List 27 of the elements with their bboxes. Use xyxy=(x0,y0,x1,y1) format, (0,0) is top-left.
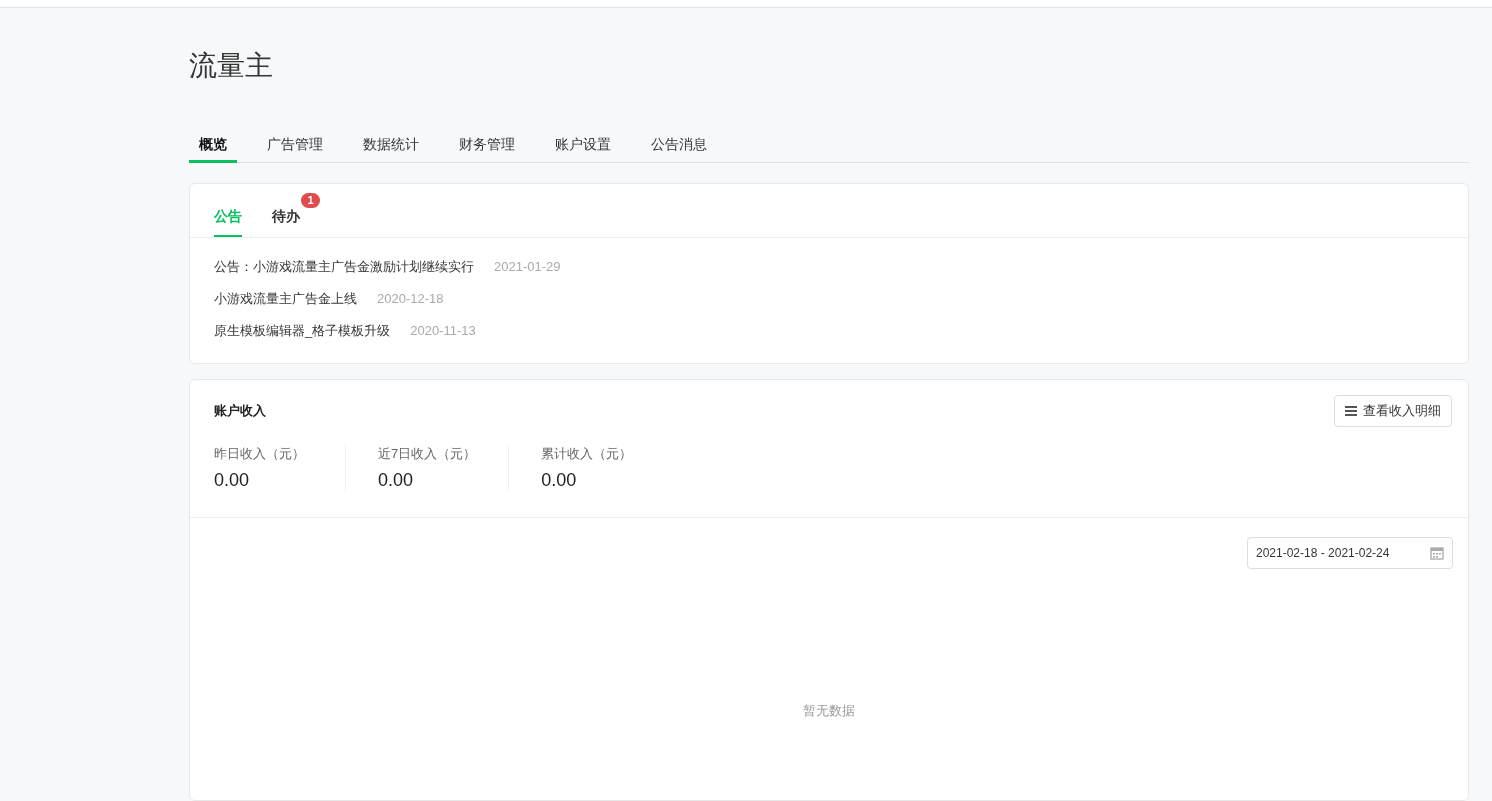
notice-date: 2020-12-18 xyxy=(377,290,444,308)
income-title: 账户收入 xyxy=(214,402,266,421)
list-icon xyxy=(1345,406,1357,416)
nav-tab[interactable]: 财务管理 xyxy=(449,128,525,163)
notice-date: 2020-11-13 xyxy=(410,322,476,340)
date-range-picker[interactable]: 2021-02-18 - 2021-02-24 xyxy=(1247,537,1453,569)
nav-tab[interactable]: 概览 xyxy=(189,128,237,163)
notice-tab[interactable]: 待办 xyxy=(272,197,300,237)
stat-label: 昨日收入（元） xyxy=(214,445,305,463)
nav-tab[interactable]: 数据统计 xyxy=(353,128,429,163)
income-detail-button[interactable]: 查看收入明细 xyxy=(1334,395,1452,427)
notice-link[interactable]: 公告：小游戏流量主广告金激励计划继续实行 xyxy=(214,258,474,276)
nav-tab[interactable]: 公告消息 xyxy=(641,128,717,163)
stat-value: 0.00 xyxy=(214,469,251,491)
notice-date: 2021-01-29 xyxy=(494,258,561,276)
nav-tab[interactable]: 账户设置 xyxy=(545,128,621,163)
empty-text: 暂无数据 xyxy=(803,702,855,720)
stat-label: 累计收入（元） xyxy=(541,445,633,463)
calendar-icon xyxy=(1430,546,1444,560)
notice-link[interactable]: 小游戏流量主广告金上线 xyxy=(214,290,357,308)
stat-value: 0.00 xyxy=(378,469,415,491)
page-title: 流量主 xyxy=(189,49,274,83)
nav-tab[interactable]: 广告管理 xyxy=(257,128,333,163)
count-badge: 1 xyxy=(301,193,320,208)
stat-value: 0.00 xyxy=(541,469,578,491)
stat-label: 近7日收入（元） xyxy=(378,445,477,463)
notice-link[interactable]: 原生模板编辑器_格子模板升级 xyxy=(214,322,391,340)
